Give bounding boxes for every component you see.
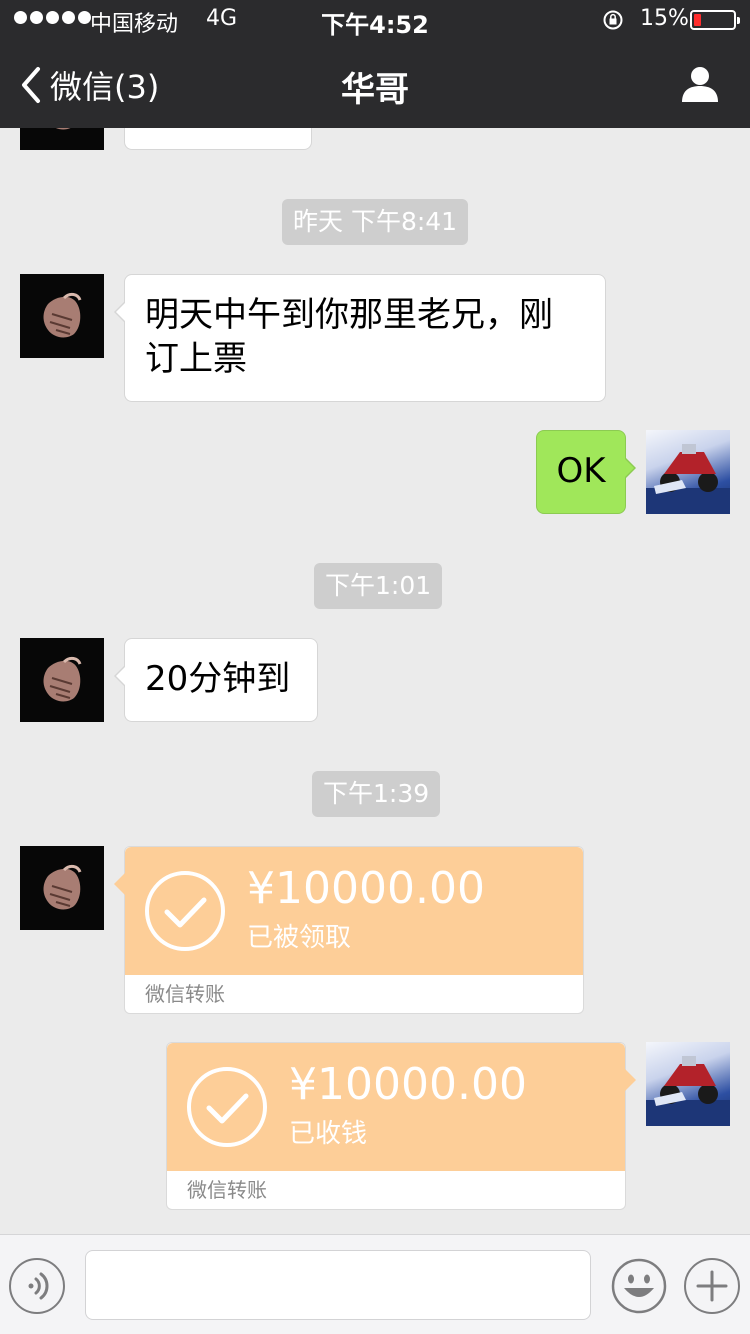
car-avatar-image bbox=[646, 444, 730, 514]
battery-icon bbox=[690, 10, 740, 30]
transfer-footer: 微信转账 bbox=[145, 982, 225, 1006]
emoji-icon[interactable] bbox=[611, 1258, 667, 1314]
plus-icon bbox=[696, 1270, 728, 1302]
timestamp: 下午1:01 bbox=[314, 563, 443, 609]
avatar[interactable] bbox=[20, 638, 104, 722]
hand-avatar-image bbox=[55, 128, 71, 130]
avatar[interactable] bbox=[20, 846, 104, 930]
transfer-card-top: ¥10000.00 已收钱 bbox=[167, 1043, 625, 1171]
chat-title: 华哥 bbox=[341, 70, 409, 110]
hand-avatar-image bbox=[43, 864, 82, 910]
voice-icon bbox=[28, 1272, 49, 1300]
status-bar: 中国移动 4G 下午4:52 15% bbox=[0, 0, 750, 40]
hand-avatar-image bbox=[43, 292, 82, 338]
transfer-status: 已被领取 bbox=[247, 923, 352, 953]
back-button[interactable]: 微信(3) bbox=[18, 60, 159, 110]
my-avatar[interactable] bbox=[646, 430, 730, 514]
top-bar: 中国移动 4G 下午4:52 15% 微信(3) 华哥 bbox=[0, 0, 750, 128]
check-circle-icon bbox=[187, 1067, 267, 1147]
plus-button[interactable] bbox=[684, 1258, 740, 1314]
message-text: 20分钟到 bbox=[145, 659, 291, 699]
timestamp: 昨天 下午8:41 bbox=[282, 199, 469, 245]
my-avatar[interactable] bbox=[646, 1042, 730, 1126]
chevron-left-icon bbox=[22, 67, 40, 103]
transfer-amount: ¥10000.00 bbox=[289, 1059, 527, 1110]
transfer-amount: ¥10000.00 bbox=[247, 863, 485, 914]
battery-percent: 15% bbox=[640, 6, 689, 31]
message-text-line: 订上票 bbox=[145, 339, 247, 379]
message-bubble-sent[interactable]: OK bbox=[536, 430, 636, 514]
back-label: 微信(3) bbox=[50, 68, 160, 106]
car-avatar-image bbox=[646, 1056, 730, 1126]
message-text: OK bbox=[556, 451, 606, 491]
hand-avatar-image bbox=[43, 656, 82, 702]
rotation-lock-icon bbox=[603, 10, 623, 30]
person-icon[interactable] bbox=[680, 64, 720, 104]
message-bubble[interactable]: 明天中午到你那里老兄，刚 订上票 bbox=[114, 274, 606, 402]
transfer-card-top: ¥10000.00 已被领取 bbox=[125, 847, 583, 975]
avatar[interactable] bbox=[20, 274, 104, 358]
transfer-card[interactable]: ¥10000.00 已收钱 微信转账 bbox=[166, 1042, 636, 1210]
timestamp: 下午1:39 bbox=[312, 771, 441, 817]
input-bar bbox=[0, 1234, 750, 1334]
message-text-line: 明天中午到你那里老兄，刚 bbox=[145, 295, 553, 335]
voice-button[interactable] bbox=[9, 1258, 65, 1314]
chat-scroll-area[interactable]: 昨天 下午8:41 明天中午到你那里老兄，刚 订上票 OK 下午1:01 20分… bbox=[0, 128, 750, 1234]
status-time: 下午4:52 bbox=[321, 11, 429, 39]
transfer-status: 已收钱 bbox=[289, 1119, 368, 1149]
message-bubble-partial[interactable] bbox=[124, 128, 312, 150]
message-bubble[interactable]: 20分钟到 bbox=[114, 638, 318, 722]
transfer-card[interactable]: ¥10000.00 已被领取 微信转账 bbox=[114, 846, 584, 1014]
avatar[interactable] bbox=[20, 128, 104, 150]
transfer-footer: 微信转账 bbox=[187, 1178, 267, 1202]
check-circle-icon bbox=[145, 871, 225, 951]
message-text: 明天中午到你那里老兄，刚 订上票 bbox=[125, 275, 605, 381]
message-input[interactable] bbox=[85, 1250, 591, 1320]
